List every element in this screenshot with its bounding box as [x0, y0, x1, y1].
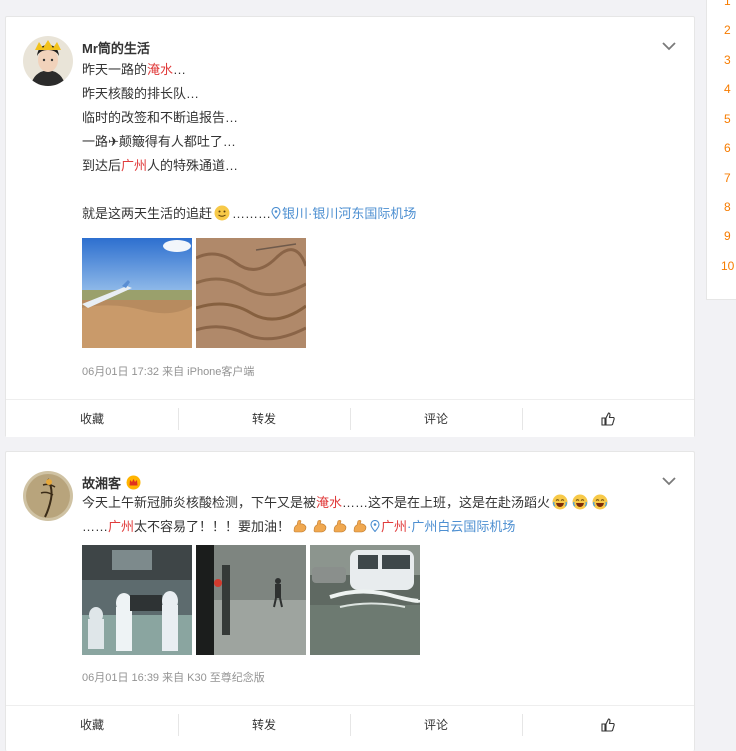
muscle-emoji-icon — [312, 518, 328, 534]
post-text-segment: … — [173, 62, 187, 77]
post-meta: 06月01日 17:32 来自 iPhone客户端 — [82, 366, 255, 378]
post-text-line: 昨天一路的淹水… — [82, 58, 416, 82]
rank-number: 8 — [724, 200, 731, 214]
rank-number: 6 — [724, 141, 731, 155]
avatar[interactable] — [23, 471, 73, 521]
avatar[interactable] — [23, 36, 73, 86]
location-text[interactable]: 广州·广州白云国际机场 — [381, 519, 515, 534]
post-text-segment: 临时的改签和不断追报告… — [82, 110, 239, 125]
comment-button[interactable]: 评论 — [350, 400, 522, 437]
repost-button[interactable]: 转发 — [178, 706, 350, 743]
weibo-post: 故湘客 今天上午新冠肺炎核酸检测，下午又是被淹水……这不是在上班，这是在赴汤蹈火… — [5, 451, 695, 751]
post-image-van-flood[interactable] — [310, 545, 420, 655]
location-link[interactable]: 广州·广州白云国际机场 — [370, 519, 515, 534]
repost-label: 转发 — [251, 718, 276, 732]
post-text-segment: …… — [82, 519, 108, 534]
post-image-desert[interactable] — [196, 238, 306, 348]
like-button[interactable] — [522, 706, 694, 743]
post-text-segment: 今天上午新冠肺炎核酸检测，下午又是被 — [82, 495, 317, 510]
rank-number: 5 — [724, 112, 731, 126]
rank-number: 4 — [724, 82, 731, 96]
username[interactable]: 故湘客 — [82, 473, 141, 493]
post-text: 今天上午新冠肺炎核酸检测，下午又是被淹水……这不是在上班，这是在赴汤蹈火 ……广州… — [82, 491, 672, 539]
weibo-post: Mr筒的生活 昨天一路的淹水… 昨天核酸的排长队… 临时的改签和不断追报告… 一路✈颠… — [5, 16, 695, 437]
post-text-segment: 到达后 — [82, 158, 122, 173]
rank-number: 3 — [724, 53, 731, 67]
post-actions: 收藏 转发 评论 — [6, 399, 694, 437]
username[interactable]: Mr筒的生活 — [82, 38, 150, 57]
muscle-emoji-icon — [292, 518, 308, 534]
rank-number: 1 — [724, 0, 731, 8]
post-text-segment: 人的特殊通道… — [147, 158, 239, 173]
comment-label: 评论 — [423, 412, 448, 426]
hot-search-sidebar: 1 2 3 4 5 6 7 8 9 10 — [706, 0, 736, 300]
post-meta: 06月01日 16:39 来自 K30 至尊纪念版 — [82, 672, 265, 684]
location-link[interactable]: 银川·银川河东国际机场 — [271, 206, 416, 221]
post-text-segment: 昨天一路的 — [82, 62, 148, 77]
image-grid — [82, 238, 306, 348]
rank-number: 2 — [724, 23, 731, 37]
post-text-segment: 太不容易了！！！要加油！ — [134, 519, 291, 534]
rank-number: 10 — [721, 259, 735, 273]
chevron-down-icon[interactable] — [660, 472, 678, 490]
muscle-emoji-icon — [352, 518, 368, 534]
lol-emoji-icon — [552, 494, 568, 510]
rank-number: 9 — [724, 229, 731, 243]
repost-label: 转发 — [251, 412, 276, 426]
post-text: 昨天一路的淹水… 昨天核酸的排长队… 临时的改签和不断追报告… 一路✈颠簸得有人都吐了… — [82, 58, 416, 226]
rank-number: 7 — [724, 171, 731, 185]
post-text-segment: 昨天核酸的排长队… — [82, 86, 200, 101]
post-text-segment: ……这不是在上班，这是在赴汤蹈火 — [342, 495, 551, 510]
post-image-airplane-wing[interactable] — [82, 238, 192, 348]
username-text[interactable]: 故湘客 — [82, 476, 121, 491]
post-text-line: 到达后广州人的特殊通道… — [82, 154, 416, 178]
favorite-button[interactable]: 收藏 — [6, 400, 178, 437]
username-text[interactable]: Mr筒的生活 — [82, 41, 150, 56]
post-text-line: 一路✈颠簸得有人都吐了… — [82, 130, 416, 154]
post-text-line: 临时的改签和不断追报告… — [82, 106, 416, 130]
favorite-label: 收藏 — [79, 412, 104, 426]
post-text-line — [82, 178, 416, 202]
muscle-emoji-icon — [332, 518, 348, 534]
like-button[interactable] — [522, 400, 694, 437]
post-actions: 收藏 转发 评论 — [6, 705, 694, 743]
post-text-line: 今天上午新冠肺炎核酸检测，下午又是被淹水……这不是在上班，这是在赴汤蹈火 — [82, 491, 672, 515]
keyword-link[interactable]: 淹水 — [316, 495, 342, 510]
smile-emoji-icon — [214, 205, 230, 221]
post-text-segment: 一路✈颠簸得有人都吐了… — [82, 134, 236, 149]
keyword-link[interactable]: 广州 — [108, 519, 134, 534]
location-pin-icon — [271, 206, 281, 220]
post-image-flooded-street[interactable] — [196, 545, 306, 655]
location-pin-icon — [370, 519, 380, 533]
favorite-button[interactable]: 收藏 — [6, 706, 178, 743]
post-text-line: 昨天核酸的排长队… — [82, 82, 416, 106]
thumbs-up-icon — [601, 411, 615, 426]
post-text-segment: ……… — [232, 206, 272, 221]
lol-emoji-icon — [592, 494, 608, 510]
thumbs-up-icon — [601, 717, 615, 732]
lol-emoji-icon — [572, 494, 588, 510]
repost-button[interactable]: 转发 — [178, 400, 350, 437]
comment-button[interactable]: 评论 — [350, 706, 522, 743]
post-text-segment: 就是这两天生活的追赶 — [82, 206, 213, 221]
keyword-link[interactable]: 淹水 — [147, 62, 173, 77]
comment-label: 评论 — [423, 718, 448, 732]
favorite-label: 收藏 — [79, 718, 104, 732]
keyword-link[interactable]: 广州 — [121, 158, 147, 173]
image-grid — [82, 545, 420, 655]
chevron-down-icon[interactable] — [660, 37, 678, 55]
location-text[interactable]: 银川·银川河东国际机场 — [282, 206, 416, 221]
post-text-line: 就是这两天生活的追赶 ……… 银川·银川河东国际机场 — [82, 202, 416, 226]
post-image-testing-station[interactable] — [82, 545, 192, 655]
post-text-line: ……广州太不容易了！！！要加油！ 广州·广州白云国际机场 — [82, 515, 672, 539]
